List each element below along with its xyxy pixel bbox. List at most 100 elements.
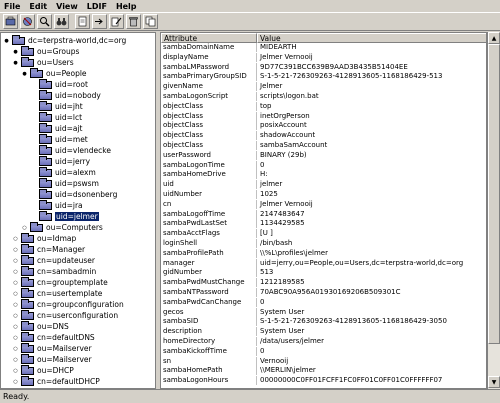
table-row[interactable]: sambaPwdLastSet 1134429585 [161, 219, 486, 229]
table-row[interactable]: sambaHomeDrive H: [161, 170, 486, 180]
table-row[interactable]: loginShell/bin/bash [161, 239, 486, 248]
table-row[interactable]: uidNumber 1025 [161, 190, 486, 199]
scroll-up-arrow[interactable]: ▲ [488, 32, 500, 44]
table-row[interactable]: sambaLMPassword 9D77C391BCC639B9AAD3B435B… [161, 62, 486, 72]
tree-node[interactable]: uid=jerry [30, 155, 90, 167]
tree-node[interactable]: uid=ajt [30, 122, 83, 134]
search-button[interactable] [37, 14, 52, 29]
expand-icon[interactable]: ○ [12, 290, 19, 297]
new-entry-button[interactable] [75, 14, 90, 29]
table-row[interactable]: userPassword BINARY (29b) [161, 150, 486, 160]
table-row[interactable]: gidNumber 513 [161, 268, 486, 278]
expand-icon[interactable]: ○ [12, 367, 19, 374]
disconnect-button[interactable] [20, 14, 35, 29]
table-row[interactable]: sambaLogonScript scripts\logon.bat [161, 92, 486, 101]
tree-node[interactable]: ○ cn=defaultDHCP [12, 375, 100, 387]
table-row[interactable]: sambaLogoffTime 2147483647 [161, 209, 486, 219]
table-row[interactable]: sambaDomainName MIDEARTH [161, 43, 486, 52]
tree-node[interactable]: ● ou=Groups [12, 45, 79, 57]
table-row[interactable]: sambaLogonHours 00000000C0FF01FCFF1FC0FF0… [161, 376, 486, 386]
tree-node[interactable]: uid=pswsm [30, 177, 99, 189]
table-row[interactable]: sambaProfilePath \\%L\profiles\jelmer [161, 248, 486, 258]
tree-node[interactable]: ○ ou=Mailserver [12, 353, 92, 365]
table-row[interactable]: objectClass sambaSamAccount [161, 141, 486, 150]
table-row[interactable]: sambaHomePath \\MERLIN\jelmer [161, 366, 486, 376]
table-row[interactable]: objectClass inetOrgPerson [161, 111, 486, 121]
tree-node[interactable]: ○ ou=DNS [12, 320, 69, 332]
tree-node[interactable]: ● ou=People [21, 67, 87, 79]
scroll-thumb[interactable] [488, 44, 500, 344]
tree-node[interactable]: uid=jra [30, 199, 83, 211]
tree-node[interactable]: uid=nobody [30, 89, 101, 101]
table-row[interactable]: sambaNTPassword 70ABC90A956A01930169206B5… [161, 288, 486, 297]
expand-icon[interactable]: ○ [21, 224, 28, 231]
table-row[interactable]: sn Vernooij [161, 356, 486, 366]
table-row[interactable]: displayName Jelmer Vernooij [161, 52, 486, 62]
tree-node[interactable]: ○ cn=usertemplate [12, 287, 102, 299]
move-button[interactable] [92, 14, 107, 29]
collapse-icon[interactable]: ● [3, 37, 10, 44]
tree-node[interactable]: ○ cn=updateuser [12, 254, 95, 266]
edit-button[interactable] [109, 14, 124, 29]
menu-edit[interactable]: Edit [29, 2, 47, 11]
expand-icon[interactable]: ○ [12, 312, 19, 319]
menu-file[interactable]: File [4, 2, 20, 11]
collapse-icon[interactable]: ● [21, 70, 28, 77]
expand-icon[interactable]: ○ [12, 257, 19, 264]
table-row[interactable]: sambaPrimaryGroupSID S-1-5-21-726309263-4… [161, 72, 486, 82]
find-button[interactable] [54, 14, 69, 29]
tree-node[interactable]: ○ ou=DHCP [12, 364, 74, 376]
expand-icon[interactable]: ○ [12, 235, 19, 242]
collapse-icon[interactable]: ● [12, 59, 19, 66]
table-row[interactable]: sambaKickoffTime 0 [161, 346, 486, 356]
expand-icon[interactable]: ○ [12, 345, 19, 352]
table-row[interactable]: manager uid=jerry,ou=People,ou=Users,dc=t… [161, 258, 486, 268]
tree-node[interactable]: ○ cn=grouptemplate [12, 276, 108, 288]
scroll-down-arrow[interactable]: ▼ [488, 376, 500, 388]
expand-icon[interactable]: ○ [12, 301, 19, 308]
delete-button[interactable] [126, 14, 141, 29]
table-row[interactable]: sambaAcctFlags [U ] [161, 229, 486, 239]
table-row[interactable]: sambaPwdCanChange 0 [161, 297, 486, 307]
tree-node[interactable]: uid=met [30, 133, 88, 145]
tree-node[interactable]: ○ ou=Idmap [12, 232, 76, 244]
tree-node[interactable]: uid=dsonenberg [30, 188, 117, 200]
tree-node[interactable]: ○ cn=userconfiguration [12, 309, 118, 321]
menu-ldif[interactable]: LDIF [87, 2, 107, 11]
connect-button[interactable] [3, 14, 18, 29]
table-row[interactable]: objectClass top [161, 101, 486, 111]
expand-icon[interactable]: ○ [12, 323, 19, 330]
tree-node[interactable]: ○ cn=sambadmin [12, 265, 96, 277]
tree-node[interactable]: ○ cn=Manager [12, 243, 85, 255]
vertical-scrollbar[interactable]: ▲ ▼ [487, 32, 500, 389]
ldap-tree[interactable]: ● dc=terpstra-world,dc=org ● ou=Groups ● ou=U… [0, 32, 156, 389]
expand-icon[interactable]: ○ [12, 356, 19, 363]
copy-button[interactable] [143, 14, 158, 29]
tree-node[interactable]: uid=vlendecke [30, 144, 111, 156]
tree-node[interactable]: uid=lct [30, 111, 82, 123]
tree-node[interactable]: uid=jelmer [30, 210, 99, 222]
attribute-table[interactable]: Attribute Value sambaDomainName MIDEARTH d… [160, 32, 487, 389]
tree-node[interactable]: uid=root [30, 78, 88, 90]
expand-icon[interactable]: ○ [12, 279, 19, 286]
tree-node[interactable]: ○ ou=Computers [21, 221, 103, 233]
table-row[interactable]: givenName Jelmer [161, 82, 486, 92]
menu-view[interactable]: View [56, 2, 78, 11]
tree-node[interactable]: uid=jht [30, 100, 83, 112]
table-row[interactable]: homeDirectory/data/users/jelmer [161, 337, 486, 346]
tree-node[interactable]: ○ ou=Mailserver [12, 342, 92, 354]
table-row[interactable]: gecos System User [161, 307, 486, 317]
expand-icon[interactable]: ○ [12, 268, 19, 275]
tree-node[interactable]: ● ou=Users [12, 56, 74, 68]
collapse-icon[interactable]: ● [12, 48, 19, 55]
tree-node[interactable]: uid=alexm [30, 166, 96, 178]
tree-node[interactable]: ● dc=terpstra-world,dc=org [3, 34, 126, 46]
table-row[interactable]: sambaLogonTime 0 [161, 160, 486, 170]
table-row[interactable]: uid jelmer [161, 180, 486, 190]
column-header-value[interactable]: Value [257, 33, 486, 43]
expand-icon[interactable]: ○ [12, 334, 19, 341]
table-row[interactable]: description System User [161, 327, 486, 337]
table-row[interactable]: sambaSID S-1-5-21-726309263-4128913605-11… [161, 317, 486, 327]
menu-help[interactable]: Help [116, 2, 137, 11]
tree-node[interactable]: ○ cn=groupconfiguration [12, 298, 124, 310]
